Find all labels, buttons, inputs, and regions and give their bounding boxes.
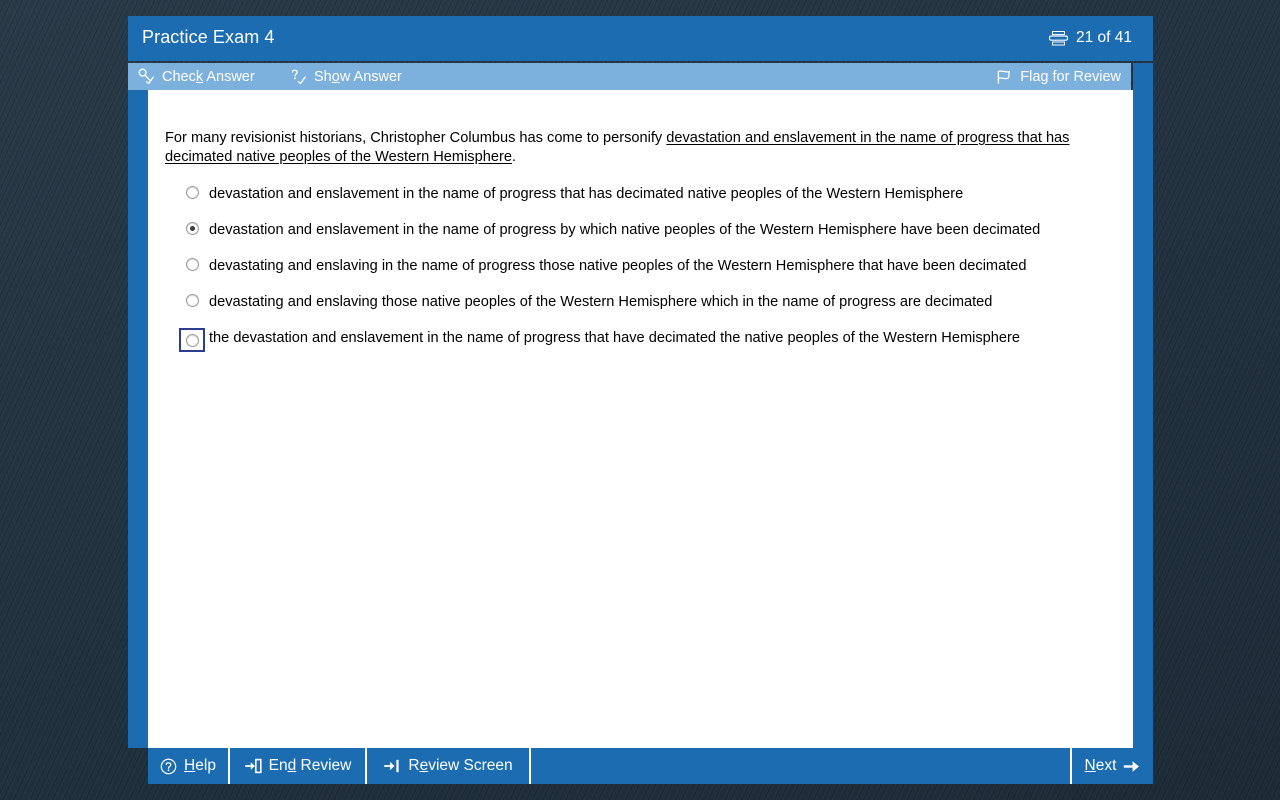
review-screen-accel: e — [419, 757, 429, 774]
show-answer-button[interactable]: Show Answer — [290, 63, 402, 90]
answer-option[interactable]: the devastation and enslavement in the n… — [179, 328, 1104, 352]
answer-option-label: the devastation and enslavement in the n… — [209, 330, 1020, 346]
answer-option[interactable]: devastating and enslaving in the name of… — [179, 256, 1104, 278]
answer-options-list: devastation and enslavement in the name … — [179, 184, 1104, 366]
flag-for-review-button[interactable]: Flag for Review — [995, 63, 1121, 90]
next-accel: N — [1084, 757, 1096, 774]
question-counter-label: 21 of 41 — [1075, 29, 1132, 46]
review-screen-button[interactable]: Review Screen — [367, 748, 531, 784]
answer-option-radio[interactable] — [179, 328, 205, 352]
answer-option-radio[interactable] — [179, 184, 205, 206]
answer-option-label: devastating and enslaving in the name of… — [209, 258, 1027, 274]
radio-unselected-icon — [185, 186, 199, 199]
question-stem: For many revisionist historians, Christo… — [165, 129, 1098, 167]
next-label: Next — [1084, 757, 1117, 774]
answer-option-label: devastation and enslavement in the name … — [209, 186, 964, 202]
answer-option[interactable]: devastation and enslavement in the name … — [179, 220, 1104, 242]
end-review-label: End Review — [268, 757, 352, 774]
check-answer-label: Check Answer — [162, 68, 255, 85]
check-answer-button[interactable]: Check Answer — [138, 63, 255, 90]
answer-option-radio[interactable] — [179, 256, 205, 278]
help-button[interactable]: Help — [148, 748, 230, 784]
answer-option-radio[interactable] — [179, 220, 205, 242]
key-check-icon — [138, 68, 155, 85]
help-accel: H — [184, 757, 196, 774]
radio-unselected-icon — [185, 333, 199, 347]
show-answer-accel: o — [331, 68, 340, 85]
radio-unselected-icon — [185, 294, 199, 307]
answer-option-radio[interactable] — [179, 292, 205, 314]
radio-selected-icon — [185, 222, 199, 235]
answer-option[interactable]: devastation and enslavement in the name … — [179, 184, 1104, 206]
stacked-pages-icon — [1048, 30, 1068, 46]
review-screen-label: Review Screen — [408, 757, 513, 774]
right-rail — [1133, 63, 1153, 748]
title-bar: Practice Exam 4 21 of 41 — [128, 16, 1153, 61]
flag-icon — [995, 69, 1013, 85]
help-label: Help — [184, 757, 216, 774]
arrow-to-bar-icon — [383, 758, 401, 774]
question-counter: 21 of 41 — [1048, 29, 1132, 47]
question-circle-icon — [160, 758, 177, 775]
answer-option[interactable]: devastating and enslaving those native p… — [179, 292, 1104, 314]
radio-unselected-icon — [185, 258, 199, 271]
show-answer-label: Show Answer — [314, 68, 402, 85]
exit-arrow-icon — [244, 758, 262, 774]
arrow-right-icon — [1123, 759, 1140, 774]
end-review-button[interactable]: End Review — [230, 748, 367, 784]
next-button[interactable]: Next — [1070, 748, 1153, 784]
end-review-accel: d — [287, 757, 297, 774]
answer-option-label: devastating and enslaving those native p… — [209, 294, 993, 310]
bottom-bar: Help End Review Review Screen Next — [148, 748, 1153, 784]
exam-window: Practice Exam 4 21 of 41 Check Answer Sh… — [128, 16, 1153, 784]
answer-option-label: devastation and enslavement in the name … — [209, 222, 1041, 238]
question-content-pane: For many revisionist historians, Christo… — [148, 90, 1133, 748]
window-title: Practice Exam 4 — [142, 27, 275, 47]
left-rail — [128, 90, 148, 748]
top-toolbar: Check Answer Show Answer Flag for Review — [128, 63, 1131, 90]
flag-for-review-label: Flag for Review — [1020, 68, 1121, 85]
question-check-icon — [290, 68, 307, 85]
question-stem-post: . — [511, 149, 516, 165]
question-stem-pre: For many revisionist historians, Christo… — [165, 130, 667, 146]
